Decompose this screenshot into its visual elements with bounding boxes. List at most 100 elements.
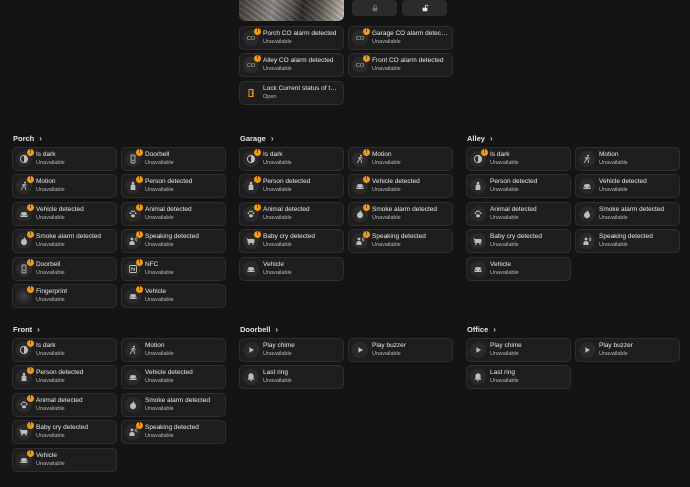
section-title-front[interactable]: Front › (13, 325, 40, 334)
entity-name: Animal detected (490, 205, 537, 213)
entity-card[interactable]: ! Is dark Unavailable (12, 338, 117, 362)
entity-card[interactable]: Vehicle detected Unavailable (575, 174, 680, 199)
entity-card[interactable]: ! NFC Unavailable (121, 256, 226, 281)
entity-card[interactable]: ! Smoke alarm detected Unavailable (348, 201, 453, 226)
entity-state: Unavailable (36, 269, 65, 276)
entity-card[interactable]: ! Speaking detected Unavailable (121, 420, 226, 445)
entity-icon-wrap (470, 205, 486, 222)
entity-name: Animal detected (263, 205, 310, 213)
warning-badge-icon: ! (27, 286, 34, 293)
entity-card[interactable]: ! Speaking detected Unavailable (348, 229, 453, 254)
camera-snapshot[interactable] (239, 0, 344, 21)
entity-state: Unavailable (490, 378, 519, 385)
entity-card[interactable]: Smoke alarm detected Unavailable (575, 201, 680, 226)
entity-card[interactable]: Animal detected Unavailable (466, 201, 571, 226)
entity-name: Play chime (490, 342, 522, 349)
entity-text: Animal detected Unavailable (36, 397, 113, 413)
entity-card[interactable]: ! Person detected Unavailable (12, 365, 117, 390)
entity-card[interactable]: ! Motion Unavailable (12, 174, 117, 199)
camera-row (239, 0, 453, 21)
entity-card[interactable]: Last ring Unavailable (239, 365, 344, 390)
entity-card[interactable]: CO! Garage CO alarm detected Unavailable (348, 26, 453, 50)
entity-card[interactable]: ! Animal detected Unavailable (239, 201, 344, 226)
entity-card[interactable]: ! Motion Unavailable (348, 147, 453, 171)
section-title-garage[interactable]: Garage › (240, 134, 274, 143)
entity-text: Baby cry detected Unavailable (263, 233, 340, 249)
entity-text: Vehicle detected Unavailable (36, 206, 113, 222)
entity-card[interactable]: Baby cry detected Unavailable (466, 229, 571, 254)
entity-text: Doorbell Unavailable (145, 151, 222, 167)
entity-card[interactable]: ! Vehicle detected Unavailable (348, 174, 453, 199)
person-icon (248, 182, 254, 191)
entity-card[interactable]: ! Doorbell Unavailable (121, 147, 226, 171)
entity-card[interactable]: CO! Porch CO alarm detected Unavailable (239, 26, 344, 50)
entity-card[interactable]: ! Baby cry detected Unavailable (12, 420, 117, 445)
entity-name: Lock Current status of the ... (263, 84, 340, 92)
baby-icon (246, 238, 255, 246)
warning-badge-icon: ! (136, 286, 143, 293)
entity-text: Alley CO alarm detected Unavailable (263, 57, 340, 73)
entity-text: Motion Unavailable (372, 151, 449, 167)
entity-card[interactable]: ! Is dark Unavailable (12, 147, 117, 171)
entity-card[interactable]: Lock Current status of the ... Open (239, 80, 344, 105)
entity-card[interactable]: CO! Alley CO alarm detected Unavailable (239, 53, 344, 78)
entity-card[interactable]: Speaking detected Unavailable (575, 229, 680, 254)
section-title-office[interactable]: Office › (467, 325, 496, 334)
entity-text: Porch CO alarm detected Unavailable (263, 30, 340, 46)
entity-card[interactable]: Person detected Unavailable (466, 174, 571, 199)
circle-icon (20, 292, 28, 300)
entity-name: Motion (372, 151, 392, 158)
entity-name: Garage CO alarm detected (372, 30, 449, 37)
entity-name: Animal detected (36, 396, 83, 404)
entity-text: Speaking detected Unavailable (145, 424, 222, 440)
entity-card[interactable]: ! Doorbell Unavailable (12, 256, 117, 281)
entity-card[interactable]: Play buzzer Unavailable (575, 338, 680, 362)
warning-badge-icon: ! (27, 149, 34, 156)
section-title-doorbell[interactable]: Doorbell › (240, 325, 278, 334)
warning-badge-icon: ! (27, 258, 34, 266)
warning-badge-icon: ! (254, 203, 261, 211)
entity-card[interactable]: ! Animal detected Unavailable (121, 201, 226, 226)
entity-card[interactable]: ! Person detected Unavailable (121, 174, 226, 199)
entity-state: Unavailable (372, 160, 401, 166)
entity-state: Unavailable (263, 242, 292, 249)
entity-card[interactable]: Smoke alarm detected Unavailable (121, 392, 226, 417)
entity-card[interactable]: Last ring Unavailable (466, 365, 571, 390)
entity-card[interactable]: Vehicle Unavailable (466, 256, 571, 281)
entity-card[interactable]: ! Vehicle detected Unavailable (12, 201, 117, 226)
car-icon (474, 266, 482, 272)
entity-card[interactable]: ! Is dark Unavailable (239, 147, 344, 171)
unlock-button[interactable] (402, 0, 447, 16)
entity-card[interactable]: ! Is dark Unavailable (466, 147, 571, 171)
entity-name: Smoke alarm detected (372, 205, 438, 213)
entity-card[interactable]: Play chime Unavailable (239, 338, 344, 362)
entity-card[interactable]: ! Animal detected Unavailable (12, 392, 117, 417)
entity-icon-wrap (470, 260, 486, 277)
entity-icon-wrap (579, 342, 595, 358)
entity-text: Motion Unavailable (599, 151, 676, 167)
entity-card[interactable]: Play buzzer Unavailable (348, 338, 453, 362)
entity-card[interactable]: ! Vehicle Unavailable (121, 284, 226, 308)
lock-button[interactable] (352, 0, 397, 16)
entity-icon-wrap (579, 178, 595, 195)
entity-card[interactable]: ! Person detected Unavailable (239, 174, 344, 199)
entity-state: Unavailable (145, 160, 174, 166)
motion-icon (20, 181, 27, 191)
entity-state: Unavailable (599, 351, 628, 357)
entity-card[interactable]: ! Speaking detected Unavailable (121, 229, 226, 254)
entity-state: Unavailable (490, 160, 519, 166)
entity-card[interactable]: Motion Unavailable (121, 338, 226, 362)
section-title-porch[interactable]: Porch › (13, 134, 42, 143)
entity-card[interactable]: ! Fingerprint Unavailable (12, 284, 117, 308)
speaking-icon (129, 237, 138, 246)
entity-text: Speaking detected Unavailable (372, 233, 449, 249)
entity-card[interactable]: Motion Unavailable (575, 147, 680, 171)
entity-card[interactable]: ! Baby cry detected Unavailable (239, 229, 344, 254)
entity-card[interactable]: Vehicle detected Unavailable (121, 365, 226, 390)
entity-card[interactable]: ! Vehicle Unavailable (12, 447, 117, 472)
entity-card[interactable]: CO! Front CO alarm detected Unavailable (348, 53, 453, 78)
entity-card[interactable]: ! Smoke alarm detected Unavailable (12, 229, 117, 254)
section-title-alley[interactable]: Alley › (467, 134, 493, 143)
entity-card[interactable]: Play chime Unavailable (466, 338, 571, 362)
entity-card[interactable]: Vehicle Unavailable (239, 256, 344, 281)
